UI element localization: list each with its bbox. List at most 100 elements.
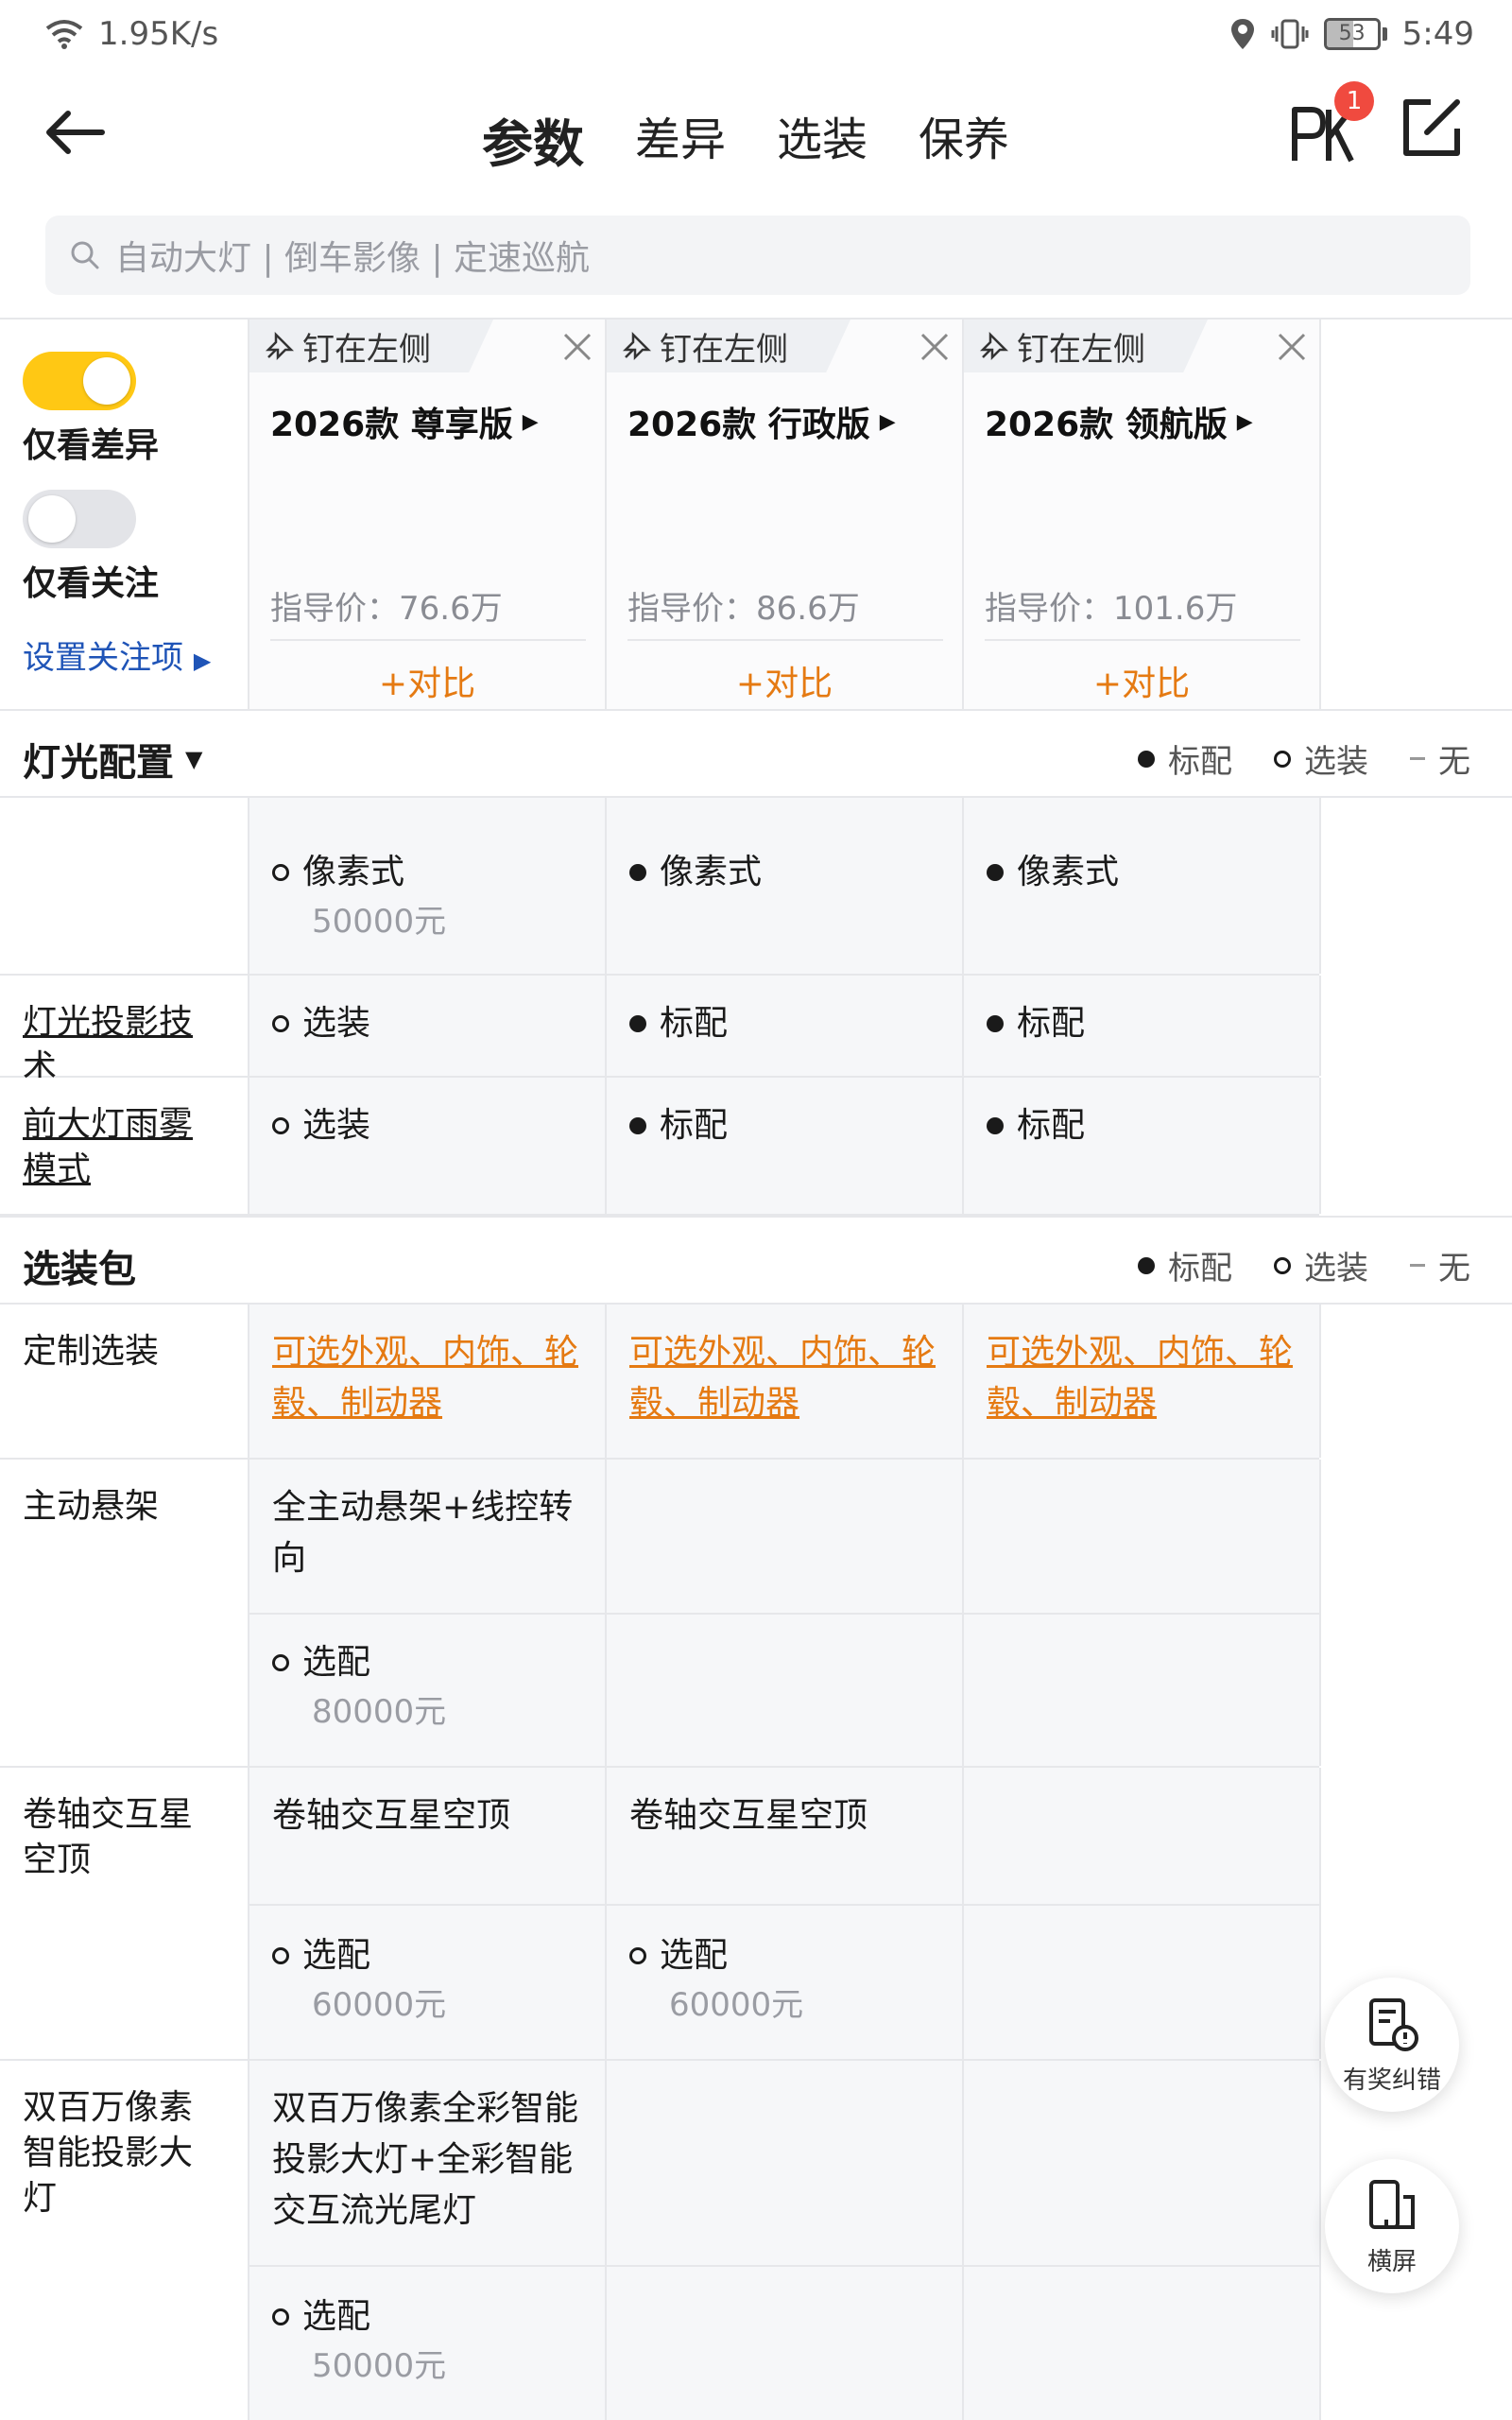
hollow-dot-icon bbox=[272, 1015, 289, 1032]
row-label: 双百万像素智能投影大灯 bbox=[0, 2061, 249, 2420]
close-icon[interactable] bbox=[919, 331, 951, 363]
table-cell: 可选外观、内饰、轮毂、制动器 bbox=[607, 1305, 964, 1458]
rotate-screen-icon bbox=[1369, 2179, 1415, 2229]
add-compare-button[interactable]: +对比 bbox=[607, 656, 962, 705]
table-cell: 标配 bbox=[964, 1078, 1321, 1214]
car-price: 指导价：101.6万 bbox=[985, 590, 1238, 628]
dash-icon bbox=[1410, 757, 1425, 760]
table-row: 主动悬架 全主动悬架+线控转向 选配 80000元 bbox=[0, 1460, 1321, 1768]
table-cell: 双百万像素全彩智能投影大灯+全彩智能交互流光尾灯 选配 50000元 bbox=[249, 2061, 607, 2420]
hollow-dot-icon bbox=[1274, 750, 1291, 768]
add-compare-button[interactable]: +对比 bbox=[964, 656, 1319, 705]
legend: 标配 选装 无 bbox=[1138, 735, 1470, 782]
car-name[interactable]: 2026款 领航版 ▶ bbox=[985, 397, 1253, 446]
table-cell: 标配 bbox=[607, 976, 964, 1076]
filled-dot-icon bbox=[987, 1015, 1004, 1032]
section-header-packages: 选装包 标配 选装 无 bbox=[0, 1216, 1512, 1305]
table-cell: 标配 bbox=[607, 1078, 964, 1214]
table-cell: 像素式 bbox=[964, 798, 1321, 974]
close-icon[interactable] bbox=[1276, 331, 1308, 363]
search-icon bbox=[71, 241, 99, 269]
hollow-dot-icon bbox=[272, 1947, 289, 1964]
table-cell bbox=[964, 2061, 1321, 2420]
section-title: 选装包 bbox=[23, 1248, 136, 1291]
table-cell bbox=[607, 2061, 964, 2420]
search-input[interactable]: 自动大灯 | 倒车影像 | 定速巡航 bbox=[45, 216, 1470, 295]
compare-header: 仅看差异 仅看关注 设置关注项 ▶ 钉在左侧 2026款 尊享版 ▶ 指导价：76… bbox=[0, 318, 1512, 711]
diff-only-toggle[interactable] bbox=[23, 352, 136, 410]
tab-bar: 参数 差异 选装 保养 bbox=[476, 95, 1009, 184]
focus-only-label: 仅看关注 bbox=[23, 564, 160, 603]
header: 参数 差异 选装 保养 1 bbox=[0, 76, 1512, 189]
section-title[interactable]: 灯光配置 ▼ bbox=[23, 732, 202, 786]
hollow-dot-icon bbox=[272, 1117, 289, 1134]
tab-options[interactable]: 选装 bbox=[777, 95, 868, 184]
filled-dot-icon bbox=[1138, 1256, 1155, 1274]
set-focus-link[interactable]: 设置关注项 ▶ bbox=[23, 631, 211, 678]
car-column-2: 钉在左侧 2026款 行政版 ▶ 指导价：86.6万 +对比 bbox=[607, 320, 964, 711]
tab-maintenance[interactable]: 保养 bbox=[919, 95, 1009, 184]
filled-dot-icon bbox=[629, 1117, 646, 1134]
car-name[interactable]: 2026款 行政版 ▶ bbox=[627, 397, 896, 446]
pin-left-button[interactable]: 钉在左侧 bbox=[964, 320, 1208, 372]
battery-icon: 53 bbox=[1323, 18, 1387, 50]
pin-left-button[interactable]: 钉在左侧 bbox=[607, 320, 850, 372]
table-row: 定制选装 可选外观、内饰、轮毂、制动器 可选外观、内饰、轮毂、制动器 可选外观、… bbox=[0, 1305, 1321, 1460]
vibrate-icon bbox=[1271, 19, 1309, 49]
search-placeholder: 自动大灯 | 倒车影像 | 定速巡航 bbox=[115, 239, 591, 278]
focus-only-toggle[interactable] bbox=[23, 490, 136, 548]
table-row: 卷轴交互星空顶 卷轴交互星空顶 选配 60000元 卷轴交互星空顶 选配 600… bbox=[0, 1768, 1321, 2061]
status-bar: 1.95K/s 53 5:49 bbox=[0, 0, 1512, 68]
car-name[interactable]: 2026款 尊享版 ▶ bbox=[270, 397, 539, 446]
table-cell: 标配 bbox=[964, 976, 1321, 1076]
report-error-icon bbox=[1369, 1997, 1418, 2051]
section-header-lighting: 灯光配置 ▼ 标配 选装 无 bbox=[0, 709, 1512, 798]
feedback-button[interactable]: 有奖纠错 bbox=[1325, 1978, 1459, 2112]
back-arrow-icon[interactable] bbox=[38, 104, 113, 161]
table-cell: 选装 bbox=[249, 1078, 607, 1214]
filled-dot-icon bbox=[629, 1015, 646, 1032]
filter-pane: 仅看差异 仅看关注 设置关注项 ▶ bbox=[0, 320, 249, 711]
pin-left-button[interactable]: 钉在左侧 bbox=[249, 320, 493, 372]
legend: 标配 选装 无 bbox=[1138, 1242, 1470, 1288]
row-label[interactable]: 前大灯雨雾模式 bbox=[0, 1078, 249, 1214]
filled-dot-icon bbox=[987, 1117, 1004, 1134]
dash-icon bbox=[1410, 1264, 1425, 1267]
caret-down-icon: ▼ bbox=[185, 746, 203, 772]
triangle-right-icon: ▶ bbox=[879, 409, 896, 434]
row-label: 主动悬架 bbox=[0, 1460, 249, 1766]
table-row: 像素式 50000元 像素式 像素式 bbox=[0, 798, 1321, 976]
triangle-right-icon: ▶ bbox=[522, 409, 539, 434]
car-column-1: 钉在左侧 2026款 尊享版 ▶ 指导价：76.6万 +对比 bbox=[249, 320, 607, 711]
package-link[interactable]: 可选外观、内饰、轮毂、制动器 bbox=[629, 1333, 936, 1423]
row-label[interactable]: 灯光投影技术 bbox=[0, 976, 249, 1087]
pin-icon bbox=[979, 331, 1009, 361]
clock: 5:49 bbox=[1401, 15, 1474, 53]
table-cell: 卷轴交互星空顶 选配 60000元 bbox=[249, 1768, 607, 2059]
tab-params[interactable]: 参数 bbox=[476, 95, 590, 184]
table-row: 前大灯雨雾模式 选装 标配 标配 bbox=[0, 1078, 1321, 1216]
row-label: 卷轴交互星空顶 bbox=[0, 1768, 249, 2059]
package-link[interactable]: 可选外观、内饰、轮毂、制动器 bbox=[987, 1333, 1293, 1423]
filled-dot-icon bbox=[1138, 750, 1155, 768]
package-link[interactable]: 可选外观、内饰、轮毂、制动器 bbox=[272, 1333, 578, 1423]
table-cell: 像素式 50000元 bbox=[249, 798, 607, 974]
landscape-button[interactable]: 横屏 bbox=[1325, 2159, 1459, 2293]
pin-icon bbox=[265, 331, 295, 361]
triangle-right-icon: ▶ bbox=[193, 648, 212, 674]
close-icon[interactable] bbox=[561, 331, 593, 363]
hollow-dot-icon bbox=[272, 864, 289, 881]
hollow-dot-icon bbox=[629, 1947, 646, 1964]
pin-icon bbox=[622, 331, 652, 361]
pk-badge: 1 bbox=[1334, 81, 1374, 121]
table-row: 双百万像素智能投影大灯 双百万像素全彩智能投影大灯+全彩智能交互流光尾灯 选配 … bbox=[0, 2061, 1321, 2420]
tab-diff[interactable]: 差异 bbox=[635, 95, 726, 184]
car-price: 指导价：76.6万 bbox=[270, 590, 503, 628]
network-speed: 1.95K/s bbox=[98, 15, 219, 53]
edit-icon[interactable] bbox=[1399, 95, 1465, 161]
add-compare-button[interactable]: +对比 bbox=[249, 656, 605, 705]
table-cell: 选装 bbox=[249, 976, 607, 1076]
diff-only-label: 仅看差异 bbox=[23, 426, 160, 465]
car-column-3: 钉在左侧 2026款 领航版 ▶ 指导价：101.6万 +对比 bbox=[964, 320, 1321, 711]
filled-dot-icon bbox=[629, 864, 646, 881]
